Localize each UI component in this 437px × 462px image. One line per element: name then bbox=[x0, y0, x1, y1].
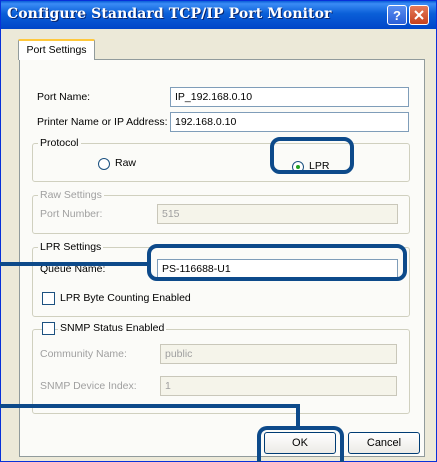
cancel-button[interactable]: Cancel bbox=[348, 432, 420, 454]
window-title: Configure Standard TCP/IP Port Monitor bbox=[7, 6, 332, 22]
port-number-input[interactable]: 515 bbox=[157, 204, 398, 224]
printer-address-label: Printer Name or IP Address: bbox=[37, 116, 168, 128]
snmp-group bbox=[32, 329, 410, 414]
tab-port-settings[interactable]: Port Settings bbox=[18, 39, 95, 60]
queue-name-callout-line bbox=[0, 262, 150, 266]
queue-name-callout-highlight bbox=[147, 244, 407, 281]
ok-callout-line-vertical bbox=[296, 404, 300, 428]
svg-text:?: ? bbox=[393, 8, 401, 23]
lpr-callout-highlight bbox=[270, 137, 354, 174]
port-number-label: Port Number: bbox=[40, 208, 103, 220]
snmp-enabled-label: SNMP Status Enabled bbox=[58, 322, 167, 334]
title-bar[interactable]: Configure Standard TCP/IP Port Monitor ? bbox=[1, 1, 436, 29]
port-name-label: Port Name: bbox=[37, 91, 91, 103]
question-mark-icon: ? bbox=[393, 8, 401, 23]
snmp-device-index-input[interactable]: 1 bbox=[160, 376, 397, 396]
ok-callout-line-horizontal bbox=[0, 404, 300, 408]
community-name-label: Community Name: bbox=[40, 348, 127, 360]
snmp-enabled-checkbox[interactable] bbox=[42, 322, 55, 335]
ok-callout-highlight bbox=[257, 426, 344, 462]
raw-radio[interactable] bbox=[98, 158, 110, 170]
printer-address-input[interactable]: 192.168.0.10 bbox=[170, 112, 409, 132]
raw-radio-label: Raw bbox=[115, 157, 137, 169]
help-button[interactable]: ? bbox=[387, 5, 407, 25]
port-name-input[interactable]: IP_192.168.0.10 bbox=[170, 87, 409, 107]
community-name-input[interactable]: public bbox=[160, 344, 397, 364]
raw-settings-title: Raw Settings bbox=[38, 189, 104, 201]
dialog-window: Configure Standard TCP/IP Port Monitor ?… bbox=[0, 0, 437, 462]
lpr-settings-title: LPR Settings bbox=[38, 241, 104, 253]
close-x-icon bbox=[414, 10, 424, 20]
lpr-byte-counting-checkbox[interactable] bbox=[42, 292, 55, 305]
lpr-byte-counting-label: LPR Byte Counting Enabled bbox=[60, 292, 191, 304]
protocol-group-title: Protocol bbox=[38, 137, 81, 149]
close-button[interactable] bbox=[409, 5, 429, 25]
snmp-device-index-label: SNMP Device Index: bbox=[40, 380, 137, 392]
